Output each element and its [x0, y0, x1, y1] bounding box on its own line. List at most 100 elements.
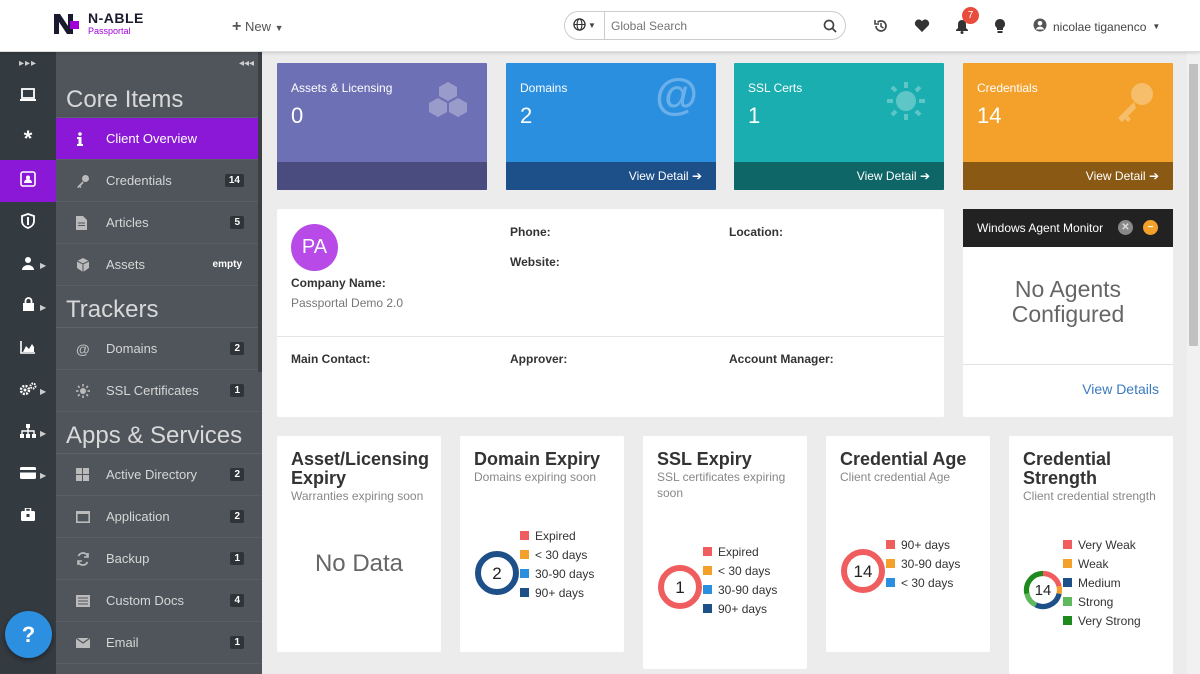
legend-item[interactable]: Strong: [1063, 592, 1141, 611]
sidebar-item-label: Client Overview: [106, 131, 198, 146]
ssl-expiry-donut: 1: [658, 565, 702, 609]
legend-item[interactable]: < 30 days: [520, 545, 594, 564]
sidebar-item-active-directory[interactable]: Active Directory 2: [56, 454, 262, 496]
sidebar-item-backup[interactable]: Backup 1: [56, 538, 262, 580]
account-manager-label: Account Manager:: [729, 352, 834, 366]
at-sign-icon: @: [76, 340, 90, 357]
legend-item[interactable]: Very Strong: [1063, 611, 1141, 630]
gears-icon: [19, 382, 37, 401]
help-button[interactable]: ?: [5, 611, 52, 658]
user-icon: [21, 256, 35, 275]
user-avatar-icon: [1033, 18, 1047, 35]
sidebar-item-assets[interactable]: Assets empty: [56, 244, 262, 286]
sidebar-item-count: 1: [230, 552, 244, 565]
legend-item[interactable]: 90+ days: [703, 599, 777, 618]
expand-rail-icon[interactable]: ▸▸▸: [0, 52, 56, 76]
view-detail-domains-link[interactable]: View Detail ➔: [506, 162, 716, 190]
favorites-heart-icon[interactable]: [912, 16, 932, 36]
legend-item[interactable]: Expired: [520, 526, 594, 545]
legend-label: 30-90 days: [901, 556, 961, 571]
rail-lock[interactable]: ▶: [0, 286, 56, 328]
sidebar: ◂◂◂ Core Items Client Overview Credentia…: [56, 52, 262, 674]
sidebar-item-label: Application: [106, 509, 170, 524]
divider: [963, 364, 1173, 365]
collapse-sidebar-icon[interactable]: ◂◂◂: [56, 52, 262, 76]
sidebar-item-articles[interactable]: Articles 5: [56, 202, 262, 244]
rail-toolbox[interactable]: [0, 496, 56, 538]
area-chart-icon: [20, 340, 36, 359]
legend-item[interactable]: < 30 days: [886, 573, 960, 592]
sidebar-item-label: Domains: [106, 341, 158, 356]
legend-label: Weak: [1078, 556, 1109, 571]
view-details-link[interactable]: View Details: [1082, 381, 1159, 397]
legend-label: 30-90 days: [535, 566, 595, 581]
tile-credentials[interactable]: Credentials 14 View Detail ➔: [963, 63, 1173, 190]
history-icon[interactable]: [871, 16, 891, 36]
new-button[interactable]: + New ▼: [232, 18, 284, 36]
tile-domains[interactable]: Domains 2 @ View Detail ➔: [506, 63, 716, 190]
sidebar-item-application[interactable]: Application 2: [56, 496, 262, 538]
rail-network[interactable]: ▶: [0, 412, 56, 454]
tile-assets-licensing[interactable]: Assets & Licensing 0: [277, 63, 487, 190]
product-name: Passportal: [88, 26, 131, 36]
legend-label: 90+ days: [901, 537, 951, 552]
legend-item[interactable]: 30-90 days: [703, 580, 777, 599]
legend-item[interactable]: Expired: [703, 542, 777, 561]
close-icon[interactable]: ✕: [1118, 220, 1133, 235]
rail-settings[interactable]: ▶: [0, 370, 56, 412]
tile-ssl-certs[interactable]: SSL Certs 1 View Detail ➔: [734, 63, 944, 190]
legend-item[interactable]: 30-90 days: [520, 564, 594, 583]
client-avatar: PA: [291, 224, 338, 271]
agent-monitor-message-line1: No Agents: [1014, 276, 1122, 302]
refresh-icon: [76, 551, 106, 566]
legend-item[interactable]: 30-90 days: [886, 554, 960, 573]
rail-security[interactable]: [0, 202, 56, 244]
search-icon[interactable]: [815, 19, 845, 33]
rail-users[interactable]: ▶: [0, 244, 56, 286]
tile-footer-label: View Detail: [1085, 169, 1146, 183]
rail-billing[interactable]: ▶: [0, 454, 56, 496]
location-label: Location:: [729, 225, 783, 239]
legend-swatch: [1063, 559, 1072, 568]
sidebar-item-count: 4: [230, 594, 244, 607]
legend-item[interactable]: Weak: [1063, 554, 1141, 573]
chart-title: Asset/Licensing Expiry: [291, 449, 430, 488]
minimize-icon[interactable]: −: [1143, 220, 1158, 235]
domain-expiry-donut: 2: [475, 551, 519, 595]
main-scrollbar-thumb[interactable]: [1189, 64, 1198, 346]
tile-label: SSL Certs: [748, 81, 803, 95]
cubes-icon: [427, 81, 469, 124]
main-contact-label: Main Contact:: [291, 352, 371, 366]
ssl-expiry-legend: Expired < 30 days 30-90 days 90+ days: [703, 542, 777, 618]
lock-icon: [22, 297, 35, 317]
legend-item[interactable]: Medium: [1063, 573, 1141, 592]
brand-logo[interactable]: N-ABLE Passportal: [52, 11, 144, 36]
legend-label: Strong: [1078, 594, 1114, 609]
tile-footer-label: View Detail: [856, 169, 917, 183]
rail-client[interactable]: [0, 160, 56, 202]
rail-reports[interactable]: [0, 328, 56, 370]
sidebar-item-domains[interactable]: @ Domains 2: [56, 328, 262, 370]
envelope-icon: [76, 637, 106, 648]
user-menu[interactable]: nicolae tiganenco ▼: [1033, 18, 1160, 35]
view-detail-ssl-link[interactable]: View Detail ➔: [734, 162, 944, 190]
legend-item[interactable]: < 30 days: [703, 561, 777, 580]
tile-value: 14: [977, 103, 1002, 128]
chart-card-ssl-expiry: SSL Expiry SSL certificates expiring soo…: [643, 436, 807, 669]
sidebar-item-credentials[interactable]: Credentials 14: [56, 160, 262, 202]
search-scope-dropdown[interactable]: ▼: [565, 12, 605, 39]
legend-item[interactable]: 90+ days: [886, 535, 960, 554]
sidebar-item-custom-docs[interactable]: Custom Docs 4: [56, 580, 262, 622]
legend-item[interactable]: 90+ days: [520, 583, 594, 602]
sidebar-item-email[interactable]: Email 1: [56, 622, 262, 664]
view-detail-credentials-link[interactable]: View Detail ➔: [963, 162, 1173, 190]
legend-swatch: [520, 531, 529, 540]
lightbulb-icon[interactable]: [990, 16, 1010, 36]
sidebar-item-client-overview[interactable]: Client Overview: [56, 118, 262, 160]
global-search-input[interactable]: [605, 12, 815, 39]
rail-asterisk[interactable]: *: [0, 118, 56, 160]
sidebar-item-ssl-certificates[interactable]: SSL Certificates 1: [56, 370, 262, 412]
credential-strength-legend: Very Weak Weak Medium Strong Very Strong: [1063, 535, 1141, 630]
rail-computer[interactable]: [0, 76, 56, 118]
legend-item[interactable]: Very Weak: [1063, 535, 1141, 554]
